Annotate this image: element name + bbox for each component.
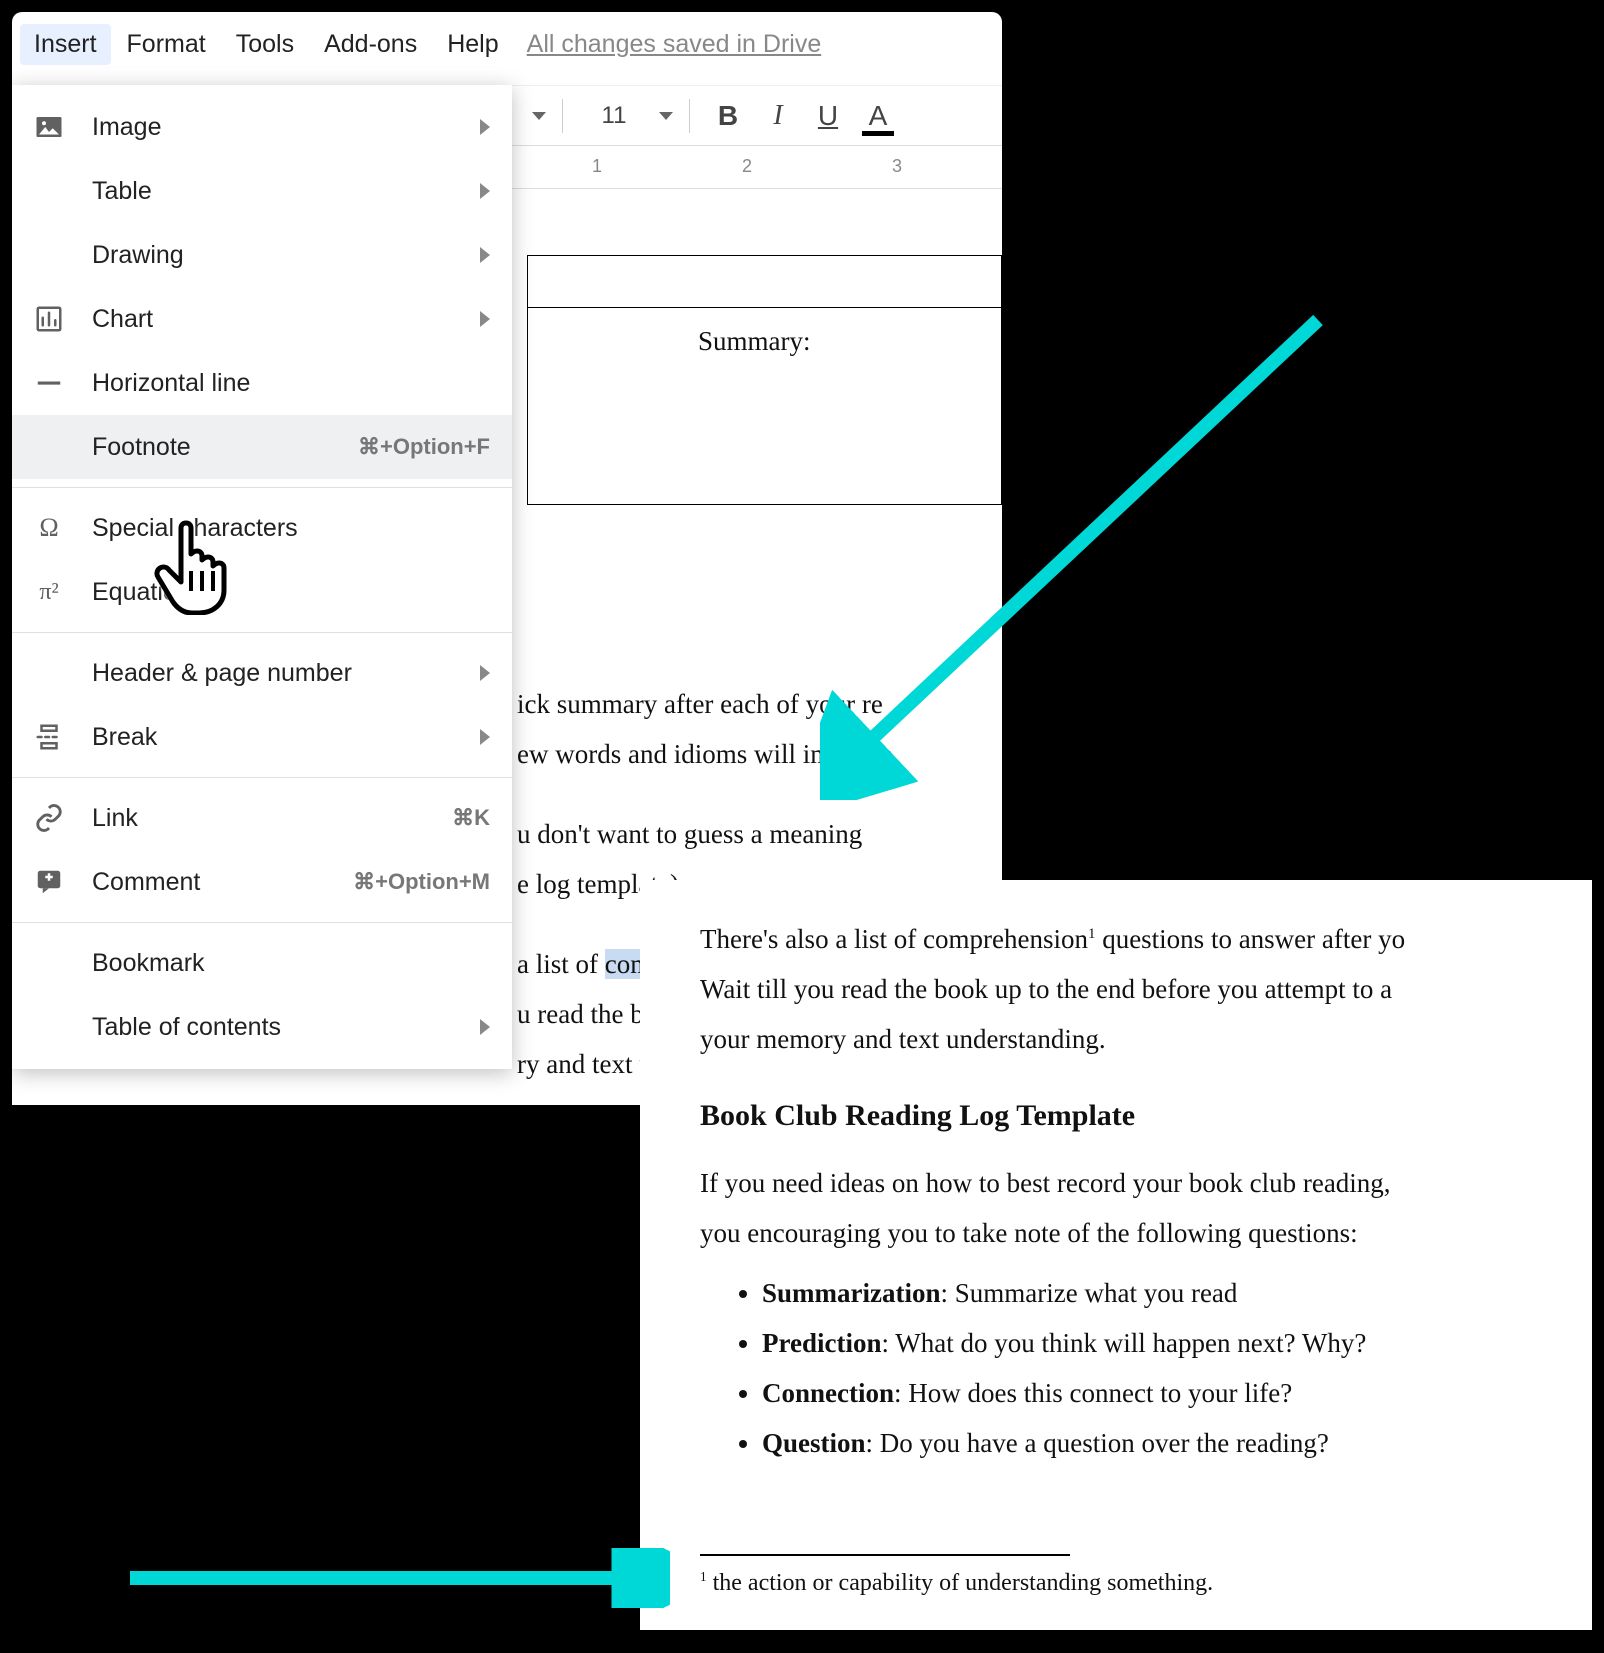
doc-table[interactable]: Summary: bbox=[527, 255, 1002, 505]
menu-label: Bookmark bbox=[92, 949, 490, 978]
bold-button[interactable]: B bbox=[706, 94, 750, 138]
menu-help[interactable]: Help bbox=[433, 24, 512, 65]
menu-label: Header & page number bbox=[92, 659, 480, 688]
menu-label: Table bbox=[92, 177, 480, 206]
blank-icon bbox=[34, 176, 64, 206]
menu-addons[interactable]: Add-ons bbox=[310, 24, 431, 65]
doc-text[interactable]: you encouraging you to take note of the … bbox=[700, 1214, 1592, 1254]
menu-separator bbox=[12, 632, 512, 633]
menu-label: Link bbox=[92, 804, 452, 833]
footnote-separator bbox=[700, 1554, 1070, 1556]
chevron-down-icon bbox=[532, 112, 546, 120]
underline-button[interactable]: U bbox=[806, 94, 850, 138]
submenu-arrow-icon bbox=[480, 1019, 490, 1035]
menu-separator bbox=[12, 777, 512, 778]
keyboard-shortcut: ⌘K bbox=[452, 805, 490, 831]
pi-icon: π² bbox=[34, 577, 64, 607]
footnote-text[interactable]: 1 the action or capability of understand… bbox=[700, 1566, 1592, 1602]
comment-icon bbox=[34, 867, 64, 897]
doc-text[interactable]: Wait till you read the book up to the en… bbox=[700, 970, 1592, 1010]
menu-item-equation[interactable]: π² Equation bbox=[12, 560, 512, 624]
menu-item-special-characters[interactable]: Ω Special characters bbox=[12, 496, 512, 560]
menu-label: Comment bbox=[92, 868, 353, 897]
menu-format[interactable]: Format bbox=[113, 24, 220, 65]
doc-text[interactable]: ew words and idioms will improve bbox=[517, 735, 1002, 775]
menu-item-table-of-contents[interactable]: Table of contents bbox=[12, 995, 512, 1059]
menu-item-horizontal-line[interactable]: Horizontal line bbox=[12, 351, 512, 415]
menu-label: Footnote bbox=[92, 433, 358, 462]
blank-icon bbox=[34, 948, 64, 978]
list-item[interactable]: Summarization: Summarize what you read bbox=[762, 1274, 1592, 1314]
list-item[interactable]: Connection: How does this connect to you… bbox=[762, 1374, 1592, 1414]
blank-icon bbox=[34, 432, 64, 462]
menu-separator bbox=[12, 487, 512, 488]
keyboard-shortcut: ⌘+Option+F bbox=[358, 434, 490, 460]
blank-icon bbox=[34, 658, 64, 688]
page-break-icon bbox=[34, 722, 64, 752]
menu-label: Drawing bbox=[92, 241, 480, 270]
text-color-button[interactable]: A bbox=[856, 94, 900, 138]
menu-label: Break bbox=[92, 723, 480, 752]
menu-label: Table of contents bbox=[92, 1013, 480, 1042]
doc-list[interactable]: Summarization: Summarize what you read P… bbox=[762, 1274, 1592, 1464]
ruler-tick: 1 bbox=[592, 156, 602, 177]
menu-bar: Insert Format Tools Add-ons Help All cha… bbox=[12, 12, 1002, 85]
menu-label: Image bbox=[92, 113, 480, 142]
ruler-tick: 2 bbox=[742, 156, 752, 177]
submenu-arrow-icon bbox=[480, 665, 490, 681]
menu-item-chart[interactable]: Chart bbox=[12, 287, 512, 351]
list-item[interactable]: Prediction: What do you think will happe… bbox=[762, 1324, 1592, 1364]
doc-heading[interactable]: Book Club Reading Log Template bbox=[700, 1094, 1592, 1138]
result-document-excerpt: There's also a list of comprehension1 qu… bbox=[640, 880, 1592, 1630]
submenu-arrow-icon bbox=[480, 183, 490, 199]
menu-item-comment[interactable]: Comment ⌘+Option+M bbox=[12, 850, 512, 914]
font-family-dropdown[interactable] bbox=[532, 112, 546, 120]
keyboard-shortcut: ⌘+Option+M bbox=[353, 869, 490, 895]
menu-separator bbox=[12, 922, 512, 923]
save-status: All changes saved in Drive bbox=[527, 30, 822, 59]
menu-item-footnote[interactable]: Footnote ⌘+Option+F bbox=[12, 415, 512, 479]
submenu-arrow-icon bbox=[480, 311, 490, 327]
menu-item-image[interactable]: Image bbox=[12, 95, 512, 159]
link-icon bbox=[34, 803, 64, 833]
list-item[interactable]: Question: Do you have a question over th… bbox=[762, 1424, 1592, 1464]
horizontal-line-icon bbox=[34, 368, 64, 398]
menu-item-link[interactable]: Link ⌘K bbox=[12, 786, 512, 850]
insert-menu-dropdown: Image Table Drawing Chart bbox=[12, 85, 512, 1069]
annotation-arrow-2 bbox=[120, 1548, 670, 1608]
font-size-dropdown[interactable]: 11 bbox=[579, 102, 673, 130]
submenu-arrow-icon bbox=[480, 247, 490, 263]
image-icon bbox=[34, 112, 64, 142]
menu-item-table[interactable]: Table bbox=[12, 159, 512, 223]
submenu-arrow-icon bbox=[480, 119, 490, 135]
menu-item-bookmark[interactable]: Bookmark bbox=[12, 931, 512, 995]
submenu-arrow-icon bbox=[480, 729, 490, 745]
font-size-value: 11 bbox=[579, 102, 649, 130]
omega-icon: Ω bbox=[34, 513, 64, 543]
doc-text[interactable]: u don't want to guess a meaning bbox=[517, 815, 1002, 855]
doc-text[interactable]: your memory and text understanding. bbox=[700, 1020, 1592, 1060]
menu-insert[interactable]: Insert bbox=[20, 24, 111, 65]
menu-item-break[interactable]: Break bbox=[12, 705, 512, 769]
menu-label: Chart bbox=[92, 305, 480, 334]
blank-icon bbox=[34, 1012, 64, 1042]
pointer-cursor-icon bbox=[150, 515, 240, 620]
doc-text[interactable]: There's also a list of comprehension1 qu… bbox=[700, 920, 1592, 960]
chevron-down-icon bbox=[659, 112, 673, 120]
ruler-tick: 3 bbox=[892, 156, 902, 177]
table-cell-summary[interactable]: Summary: bbox=[528, 308, 1001, 362]
menu-label: Horizontal line bbox=[92, 369, 490, 398]
menu-tools[interactable]: Tools bbox=[222, 24, 308, 65]
italic-button[interactable]: I bbox=[756, 94, 800, 138]
doc-text[interactable]: ick summary after each of your re bbox=[517, 685, 1002, 725]
menu-item-drawing[interactable]: Drawing bbox=[12, 223, 512, 287]
doc-text[interactable]: If you need ideas on how to best record … bbox=[700, 1164, 1592, 1204]
menu-item-header-page-number[interactable]: Header & page number bbox=[12, 641, 512, 705]
blank-icon bbox=[34, 240, 64, 270]
chart-icon bbox=[34, 304, 64, 334]
